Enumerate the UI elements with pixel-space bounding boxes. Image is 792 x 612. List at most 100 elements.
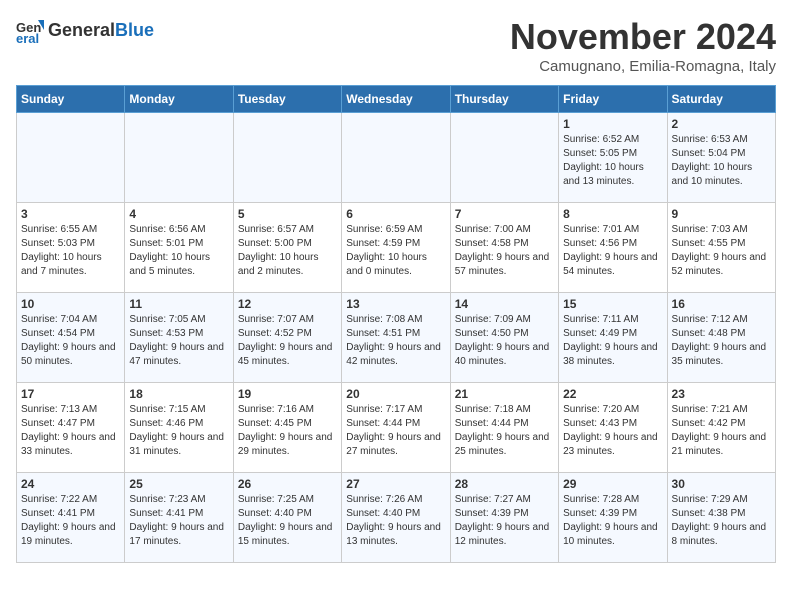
day-cell: 10 Sunrise: 7:04 AMSunset: 4:54 PMDayligh… xyxy=(17,293,125,383)
day-number: 13 xyxy=(346,297,445,311)
week-row-2: 3 Sunrise: 6:55 AMSunset: 5:03 PMDaylight… xyxy=(17,203,776,293)
weekday-header-wednesday: Wednesday xyxy=(342,86,450,113)
day-number: 4 xyxy=(129,207,228,221)
day-number: 12 xyxy=(238,297,337,311)
day-cell: 24Sunrise: 7:22 AMSunset: 4:41 PMDayligh… xyxy=(17,473,125,563)
day-info: Sunrise: 7:16 AMSunset: 4:45 PMDaylight:… xyxy=(238,403,337,459)
logo-icon: Gen eral xyxy=(16,16,44,44)
day-info: Sunrise: 7:28 AMSunset: 4:39 PMDaylight:… xyxy=(563,493,662,549)
day-info: Sunrise: 7:04 AMSunset: 4:54 PMDaylight:… xyxy=(21,313,120,369)
day-number: 1 xyxy=(563,117,662,131)
day-number: 20 xyxy=(346,387,445,401)
day-info: Sunrise: 7:17 AMSunset: 4:44 PMDaylight:… xyxy=(346,403,445,459)
day-number: 17 xyxy=(21,387,120,401)
day-number: 30 xyxy=(672,477,771,491)
day-info: Sunrise: 7:09 AMSunset: 4:50 PMDaylight:… xyxy=(455,313,554,369)
day-number: 9 xyxy=(672,207,771,221)
day-number: 3 xyxy=(21,207,120,221)
day-cell xyxy=(125,113,233,203)
week-row-5: 24Sunrise: 7:22 AMSunset: 4:41 PMDayligh… xyxy=(17,473,776,563)
day-info: Sunrise: 6:59 AMSunset: 4:59 PMDaylight:… xyxy=(346,223,445,279)
day-info: Sunrise: 7:25 AMSunset: 4:40 PMDaylight:… xyxy=(238,493,337,549)
day-info: Sunrise: 7:26 AMSunset: 4:40 PMDaylight:… xyxy=(346,493,445,549)
day-cell: 25 Sunrise: 7:23 AMSunset: 4:41 PMDayligh… xyxy=(125,473,233,563)
week-row-4: 17 Sunrise: 7:13 AMSunset: 4:47 PMDayligh… xyxy=(17,383,776,473)
weekday-header-monday: Monday xyxy=(125,86,233,113)
day-cell: 11 Sunrise: 7:05 AMSunset: 4:53 PMDayligh… xyxy=(125,293,233,383)
day-cell: 5 Sunrise: 6:57 AMSunset: 5:00 PMDaylight… xyxy=(233,203,341,293)
title-area: November 2024 Camugnano, Emilia-Romagna,… xyxy=(510,16,776,75)
day-info: Sunrise: 7:00 AMSunset: 4:58 PMDaylight:… xyxy=(455,223,554,279)
day-info: Sunrise: 6:56 AMSunset: 5:01 PMDaylight:… xyxy=(129,223,228,279)
day-info: Sunrise: 7:20 AMSunset: 4:43 PMDaylight:… xyxy=(563,403,662,459)
svg-text:eral: eral xyxy=(16,31,39,44)
day-info: Sunrise: 7:12 AMSunset: 4:48 PMDaylight:… xyxy=(672,313,771,369)
day-number: 25 xyxy=(129,477,228,491)
day-info: Sunrise: 7:23 AMSunset: 4:41 PMDaylight:… xyxy=(129,493,228,549)
day-number: 5 xyxy=(238,207,337,221)
day-number: 11 xyxy=(129,297,228,311)
day-number: 23 xyxy=(672,387,771,401)
day-info: Sunrise: 7:22 AMSunset: 4:41 PMDaylight:… xyxy=(21,493,120,549)
day-cell: 14Sunrise: 7:09 AMSunset: 4:50 PMDayligh… xyxy=(450,293,558,383)
day-info: Sunrise: 7:27 AMSunset: 4:39 PMDaylight:… xyxy=(455,493,554,549)
day-info: Sunrise: 7:05 AMSunset: 4:53 PMDaylight:… xyxy=(129,313,228,369)
calendar-header: SundayMondayTuesdayWednesdayThursdayFrid… xyxy=(17,86,776,113)
day-info: Sunrise: 6:55 AMSunset: 5:03 PMDaylight:… xyxy=(21,223,120,279)
month-title: November 2024 xyxy=(510,16,776,58)
day-cell: 4 Sunrise: 6:56 AMSunset: 5:01 PMDaylight… xyxy=(125,203,233,293)
header: Gen eral GeneralBlue November 2024 Camug… xyxy=(16,16,776,75)
day-cell: 30 Sunrise: 7:29 AMSunset: 4:38 PMDayligh… xyxy=(667,473,775,563)
day-cell xyxy=(342,113,450,203)
day-number: 29 xyxy=(563,477,662,491)
day-cell xyxy=(450,113,558,203)
day-number: 15 xyxy=(563,297,662,311)
day-cell: 20 Sunrise: 7:17 AMSunset: 4:44 PMDayligh… xyxy=(342,383,450,473)
day-cell: 27 Sunrise: 7:26 AMSunset: 4:40 PMDayligh… xyxy=(342,473,450,563)
week-row-3: 10 Sunrise: 7:04 AMSunset: 4:54 PMDayligh… xyxy=(17,293,776,383)
day-cell: 16 Sunrise: 7:12 AMSunset: 4:48 PMDayligh… xyxy=(667,293,775,383)
day-cell: 9Sunrise: 7:03 AMSunset: 4:55 PMDaylight… xyxy=(667,203,775,293)
day-cell: 28 Sunrise: 7:27 AMSunset: 4:39 PMDayligh… xyxy=(450,473,558,563)
weekday-row: SundayMondayTuesdayWednesdayThursdayFrid… xyxy=(17,86,776,113)
day-number: 16 xyxy=(672,297,771,311)
day-cell: 29 Sunrise: 7:28 AMSunset: 4:39 PMDayligh… xyxy=(559,473,667,563)
day-cell: 7 Sunrise: 7:00 AMSunset: 4:58 PMDaylight… xyxy=(450,203,558,293)
day-cell: 18 Sunrise: 7:15 AMSunset: 4:46 PMDayligh… xyxy=(125,383,233,473)
day-number: 7 xyxy=(455,207,554,221)
day-cell: 6 Sunrise: 6:59 AMSunset: 4:59 PMDaylight… xyxy=(342,203,450,293)
day-info: Sunrise: 7:08 AMSunset: 4:51 PMDaylight:… xyxy=(346,313,445,369)
day-cell: 15 Sunrise: 7:11 AMSunset: 4:49 PMDayligh… xyxy=(559,293,667,383)
day-number: 22 xyxy=(563,387,662,401)
day-cell: 13 Sunrise: 7:08 AMSunset: 4:51 PMDayligh… xyxy=(342,293,450,383)
day-info: Sunrise: 7:21 AMSunset: 4:42 PMDaylight:… xyxy=(672,403,771,459)
day-cell: 17 Sunrise: 7:13 AMSunset: 4:47 PMDayligh… xyxy=(17,383,125,473)
day-cell: 8Sunrise: 7:01 AMSunset: 4:56 PMDaylight… xyxy=(559,203,667,293)
day-number: 21 xyxy=(455,387,554,401)
day-info: Sunrise: 7:15 AMSunset: 4:46 PMDaylight:… xyxy=(129,403,228,459)
day-cell xyxy=(233,113,341,203)
day-info: Sunrise: 7:18 AMSunset: 4:44 PMDaylight:… xyxy=(455,403,554,459)
logo-text-general: General xyxy=(48,20,115,41)
day-info: Sunrise: 7:13 AMSunset: 4:47 PMDaylight:… xyxy=(21,403,120,459)
day-number: 26 xyxy=(238,477,337,491)
weekday-header-thursday: Thursday xyxy=(450,86,558,113)
subtitle: Camugnano, Emilia-Romagna, Italy xyxy=(510,58,776,75)
day-cell: 23 Sunrise: 7:21 AMSunset: 4:42 PMDayligh… xyxy=(667,383,775,473)
day-number: 19 xyxy=(238,387,337,401)
day-info: Sunrise: 6:57 AMSunset: 5:00 PMDaylight:… xyxy=(238,223,337,279)
day-number: 18 xyxy=(129,387,228,401)
day-cell: 26 Sunrise: 7:25 AMSunset: 4:40 PMDayligh… xyxy=(233,473,341,563)
day-number: 6 xyxy=(346,207,445,221)
day-number: 27 xyxy=(346,477,445,491)
day-info: Sunrise: 7:11 AMSunset: 4:49 PMDaylight:… xyxy=(563,313,662,369)
day-info: Sunrise: 6:52 AMSunset: 5:05 PMDaylight:… xyxy=(563,133,662,189)
logo-text-blue: Blue xyxy=(115,20,154,41)
day-number: 10 xyxy=(21,297,120,311)
weekday-header-tuesday: Tuesday xyxy=(233,86,341,113)
day-info: Sunrise: 7:29 AMSunset: 4:38 PMDaylight:… xyxy=(672,493,771,549)
day-number: 28 xyxy=(455,477,554,491)
logo: Gen eral GeneralBlue xyxy=(16,16,154,44)
weekday-header-saturday: Saturday xyxy=(667,86,775,113)
day-number: 2 xyxy=(672,117,771,131)
